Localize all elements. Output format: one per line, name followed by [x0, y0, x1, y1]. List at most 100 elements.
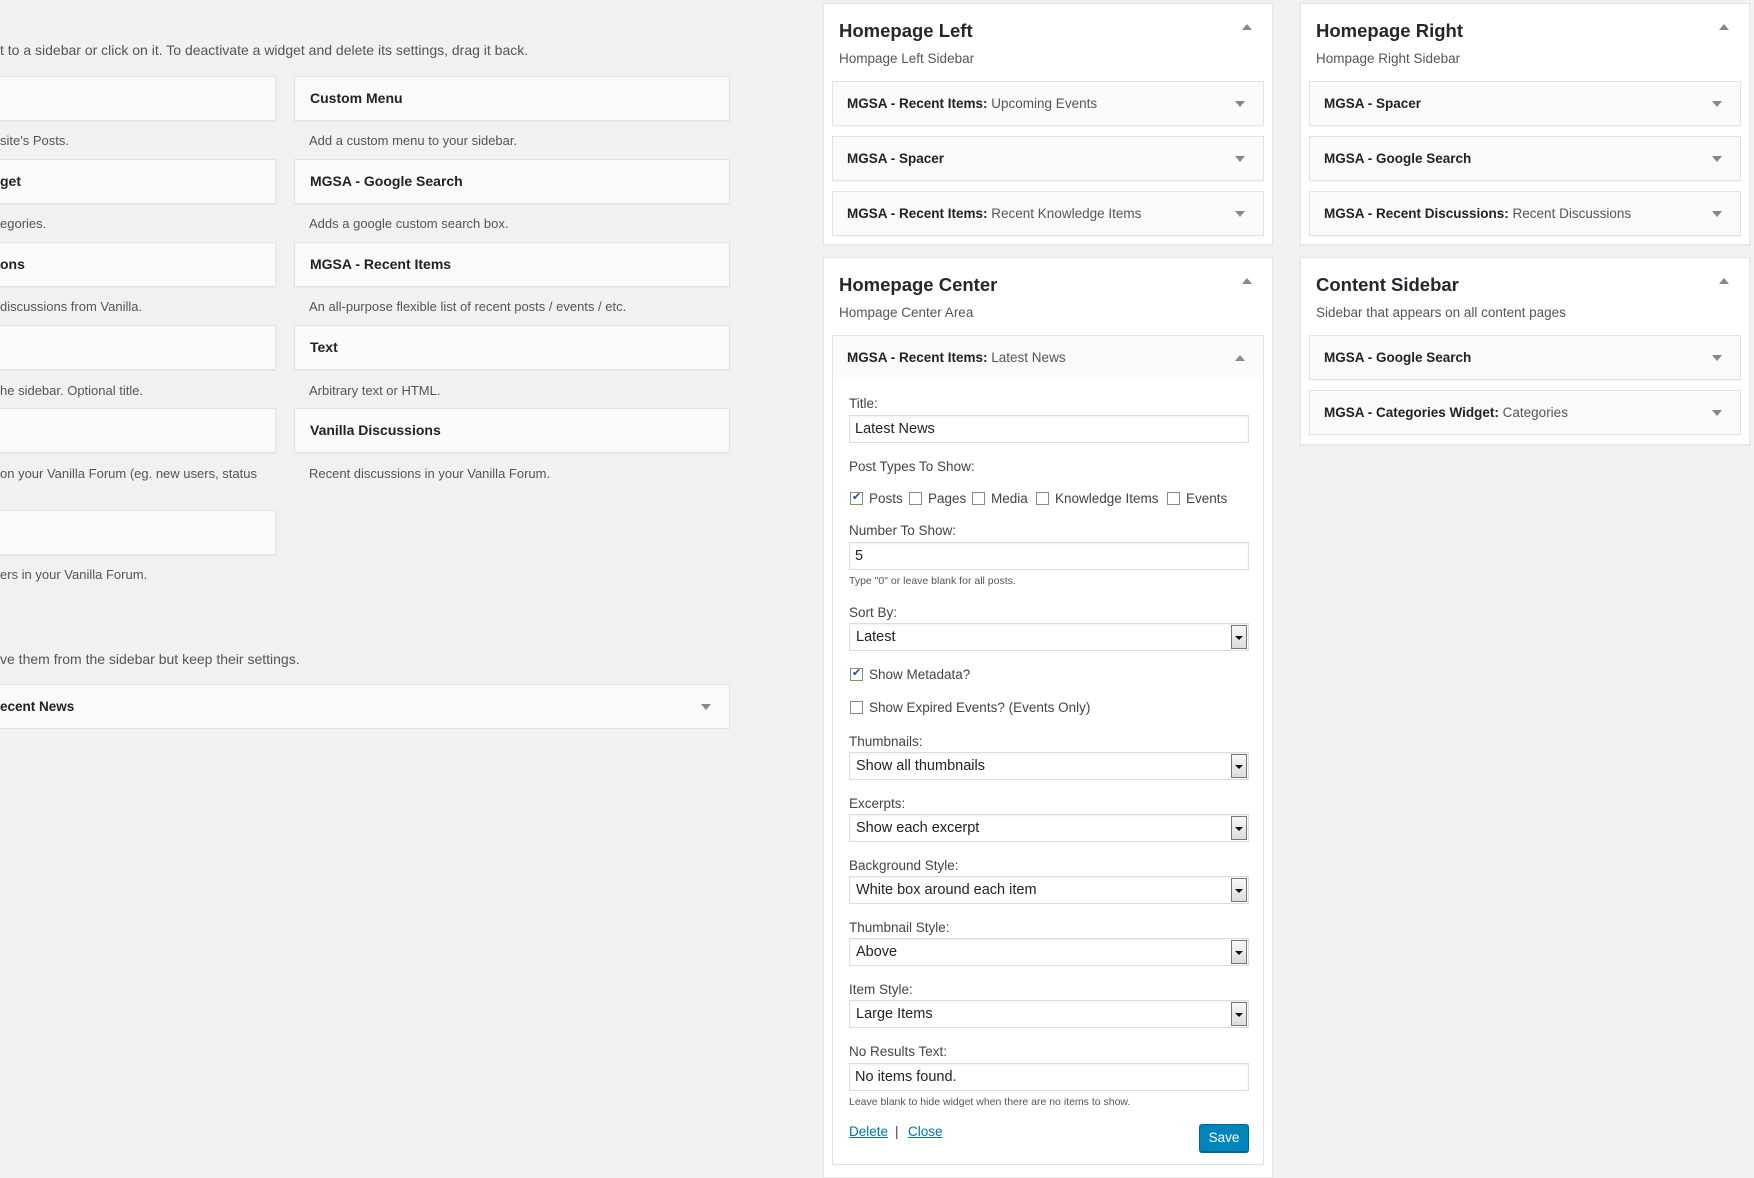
events-checkbox[interactable]: [1167, 492, 1180, 505]
widget-description: Recent discussions in your Vanilla Forum…: [309, 466, 551, 481]
widget-name: MGSA - Recent Items: [847, 350, 984, 365]
sort-label: Sort By:: [849, 605, 898, 620]
sidebar-description: Hompage Center Area: [839, 305, 974, 320]
show-expired-checkbox[interactable]: [850, 701, 863, 714]
inactive-widget[interactable]: ecent News: [0, 684, 730, 729]
excerpts-label: Excerpts:: [849, 796, 906, 811]
widget-title: ecent News: [0, 699, 75, 714]
available-widget-google-search[interactable]: MGSA - Google Search: [294, 159, 730, 204]
available-widget-recent-items[interactable]: MGSA - Recent Items: [294, 242, 730, 287]
title-label: Title:: [849, 396, 878, 411]
chevron-down-icon[interactable]: [1712, 355, 1722, 361]
title-input[interactable]: Latest News: [849, 415, 1249, 443]
available-widget[interactable]: [0, 408, 276, 453]
widget-name: MGSA - Spacer: [847, 151, 945, 166]
chevron-down-icon[interactable]: [1235, 101, 1245, 107]
available-widget[interactable]: [0, 76, 276, 121]
posts-checkbox[interactable]: [850, 490, 863, 505]
widget-settings-form: Title: Latest News Post Types To Show: P…: [832, 379, 1264, 1165]
widget-title: ons: [0, 256, 25, 272]
widget-description: An all-purpose flexible list of recent p…: [309, 299, 627, 314]
available-widget[interactable]: ons: [0, 242, 276, 287]
widget-name: MGSA - Recent Discussions: [1324, 206, 1505, 221]
chevron-down-icon[interactable]: [1235, 211, 1245, 217]
excerpts-select-value: Show each excerpt: [856, 820, 980, 836]
background-style-select-value: White box around each item: [856, 882, 1037, 898]
delete-link[interactable]: Delete: [849, 1124, 888, 1139]
available-widgets-intro: t to a sidebar or click on it. To deacti…: [0, 42, 529, 58]
thumbnails-label: Thumbnails:: [849, 734, 923, 749]
number-help: Type "0" or leave blank for all posts.: [849, 575, 1016, 587]
chevron-down-icon[interactable]: [701, 704, 711, 710]
sidebar-content: Content Sidebar Sidebar that appears on …: [1300, 257, 1750, 445]
sidebar-title[interactable]: Content Sidebar: [1316, 274, 1459, 296]
number-label: Number To Show:: [849, 523, 957, 538]
sidebar-widget[interactable]: MGSA - Spacer: [1309, 81, 1741, 126]
dropdown-arrow-icon[interactable]: [1231, 1002, 1247, 1026]
chevron-down-icon[interactable]: [1235, 156, 1245, 162]
pages-checkbox[interactable]: [909, 492, 922, 505]
item-style-select[interactable]: Large Items: [849, 1000, 1249, 1028]
sidebar-widget-open[interactable]: MGSA - Recent Items: Latest News: [832, 335, 1264, 380]
dropdown-arrow-icon[interactable]: [1231, 625, 1247, 649]
item-style-select-value: Large Items: [856, 1006, 933, 1022]
sidebar-widget[interactable]: MGSA - Categories Widget: Categories: [1309, 390, 1741, 435]
thumbnail-style-select[interactable]: Above: [849, 938, 1249, 966]
knowledge-items-checkbox[interactable]: [1036, 492, 1049, 505]
widget-subtitle: Latest News: [991, 350, 1066, 365]
dropdown-arrow-icon[interactable]: [1231, 754, 1247, 778]
available-widget[interactable]: [0, 510, 276, 555]
excerpts-select[interactable]: Show each excerpt: [849, 814, 1249, 842]
sidebar-description: Sidebar that appears on all content page…: [1316, 305, 1566, 320]
dropdown-arrow-icon[interactable]: [1231, 816, 1247, 840]
sort-select[interactable]: Latest: [849, 623, 1249, 651]
sidebar-widget[interactable]: MGSA - Google Search: [1309, 136, 1741, 181]
show-metadata-checkbox[interactable]: [850, 666, 863, 681]
no-results-label: No Results Text:: [849, 1044, 948, 1059]
chevron-down-icon[interactable]: [1712, 410, 1722, 416]
chevron-up-icon[interactable]: [1242, 24, 1252, 30]
sidebar-widget[interactable]: MGSA - Spacer: [832, 136, 1264, 181]
sidebar-description: Hompage Left Sidebar: [839, 51, 975, 66]
sidebar-homepage-right: Homepage Right Hompage Right Sidebar MGS…: [1300, 3, 1750, 245]
media-checkbox[interactable]: [972, 492, 985, 505]
widget-description: he sidebar. Optional title.: [0, 383, 144, 398]
available-widget-text[interactable]: Text: [294, 325, 730, 370]
sidebar-widget[interactable]: MGSA - Google Search: [1309, 335, 1741, 380]
widget-name: MGSA - Recent Items: [847, 96, 984, 111]
save-button[interactable]: Save: [1199, 1124, 1249, 1152]
chevron-down-icon[interactable]: [1712, 101, 1722, 107]
no-results-input[interactable]: No items found.: [849, 1063, 1249, 1091]
available-widget-vanilla-discussions[interactable]: Vanilla Discussions: [294, 408, 730, 453]
thumbnails-select[interactable]: Show all thumbnails: [849, 752, 1249, 780]
dropdown-arrow-icon[interactable]: [1231, 878, 1247, 902]
sidebar-widget[interactable]: MGSA - Recent Items: Upcoming Events: [832, 81, 1264, 126]
chevron-up-icon[interactable]: [1235, 355, 1245, 361]
close-link[interactable]: Close: [908, 1124, 943, 1139]
available-widget[interactable]: [0, 325, 276, 370]
chevron-up-icon[interactable]: [1719, 24, 1729, 30]
chevron-down-icon[interactable]: [1712, 156, 1722, 162]
background-style-select[interactable]: White box around each item: [849, 876, 1249, 904]
link-separator: |: [895, 1124, 899, 1139]
widget-title: get: [0, 173, 21, 189]
sidebar-widget[interactable]: MGSA - Recent Discussions: Recent Discus…: [1309, 191, 1741, 236]
available-widget-custom-menu[interactable]: Custom Menu: [294, 76, 730, 121]
chevron-up-icon[interactable]: [1242, 278, 1252, 284]
chevron-down-icon[interactable]: [1712, 211, 1722, 217]
sidebar-title[interactable]: Homepage Left: [839, 20, 973, 42]
widget-description: Add a custom menu to your sidebar.: [309, 133, 518, 148]
chevron-up-icon[interactable]: [1719, 278, 1729, 284]
sidebar-homepage-left: Homepage Left Hompage Left Sidebar MGSA …: [823, 3, 1273, 245]
number-input[interactable]: 5: [849, 542, 1249, 570]
no-results-help: Leave blank to hide widget when there ar…: [849, 1096, 1131, 1108]
sidebar-title[interactable]: Homepage Center: [839, 274, 997, 296]
sidebar-title[interactable]: Homepage Right: [1316, 20, 1463, 42]
available-widget[interactable]: get: [0, 159, 276, 204]
widget-subtitle: Recent Knowledge Items: [991, 206, 1142, 221]
dropdown-arrow-icon[interactable]: [1231, 940, 1247, 964]
posts-checkbox-label: Posts: [869, 491, 903, 506]
background-style-label: Background Style:: [849, 858, 959, 873]
widget-title: MGSA - Recent Items: [310, 256, 452, 272]
sidebar-widget[interactable]: MGSA - Recent Items: Recent Knowledge It…: [832, 191, 1264, 236]
